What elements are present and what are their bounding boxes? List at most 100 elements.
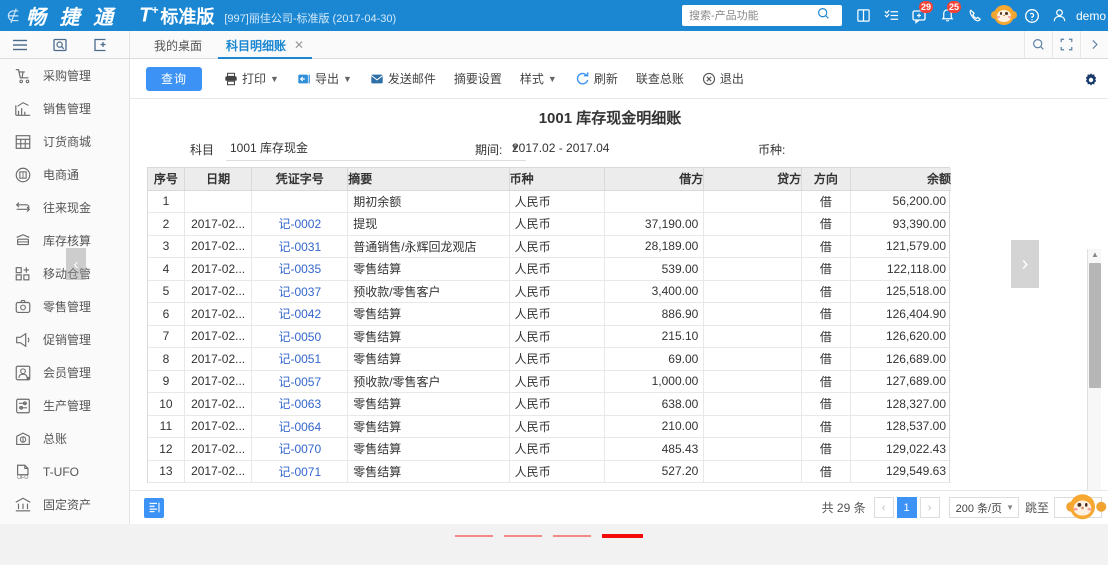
- voucher-link[interactable]: 记-0070: [278, 442, 321, 456]
- style-button[interactable]: 样式 ▼: [520, 67, 557, 91]
- task-list-icon[interactable]: [878, 0, 906, 31]
- tab-subject-detail-ledger[interactable]: 科目明细账 ✕: [214, 31, 316, 59]
- next-page-nav-button[interactable]: ›: [1011, 240, 1039, 288]
- voucher-link[interactable]: 记-0002: [278, 217, 321, 231]
- sidebar-item-promotion[interactable]: 促销管理: [0, 323, 129, 356]
- cell-voucher[interactable]: 记-0063: [251, 392, 349, 416]
- bell-icon[interactable]: 25: [934, 0, 962, 31]
- table-row[interactable]: 3 2017-02... 记-0031 普通销售/永辉回龙观店 人民币 28,189.00…: [148, 235, 951, 258]
- phone-icon[interactable]: [962, 0, 990, 31]
- sidebar-item-mobile-warehouse[interactable]: 移动仓管: [0, 257, 129, 290]
- close-icon[interactable]: ✕: [294, 38, 304, 52]
- voucher-link[interactable]: 记-0071: [278, 465, 321, 479]
- tab-my-desktop[interactable]: 我的桌面: [142, 31, 214, 59]
- cell-voucher[interactable]: 记-0064: [251, 415, 349, 438]
- table-row[interactable]: 11 2017-02... 记-0064 零售结算 人民币 210.00 借 128,537.…: [148, 415, 951, 438]
- voucher-link[interactable]: 记-0031: [278, 240, 321, 254]
- table-row[interactable]: 6 2017-02... 记-0042 零售结算 人民币 886.90 借 126,404.9…: [148, 302, 951, 326]
- table-row[interactable]: 12 2017-02... 记-0070 零售结算 人民币 485.43 借 129,022.…: [148, 437, 951, 461]
- cell-voucher[interactable]: 记-0042: [251, 302, 349, 326]
- chevron-right-icon[interactable]: [1080, 31, 1108, 58]
- print-button[interactable]: 打印 ▼: [224, 67, 279, 91]
- scrollbar-thumb[interactable]: [1089, 263, 1101, 388]
- sidebar-item-inventory-accounting[interactable]: 库存核算: [0, 224, 129, 257]
- sidebar-item-cash-flow[interactable]: 往来现金: [0, 191, 129, 224]
- query-button[interactable]: 查询: [146, 66, 202, 91]
- exit-button[interactable]: 退出: [702, 67, 744, 91]
- table-row[interactable]: 8 2017-02... 记-0051 零售结算 人民币 69.00 借 126,689.00: [148, 347, 951, 371]
- voucher-link[interactable]: 记-0037: [278, 285, 321, 299]
- column-header-balance[interactable]: 余额: [850, 168, 951, 191]
- sidebar-item-general-ledger[interactable]: 总账: [0, 422, 129, 455]
- search-doc-icon[interactable]: [40, 31, 80, 58]
- sidebar-item-order-mall[interactable]: 订货商城: [0, 125, 129, 158]
- voucher-link[interactable]: 记-0051: [278, 352, 321, 366]
- table-row[interactable]: 1 期初余额 人民币 借 56,200.00: [148, 190, 951, 213]
- monkey-mascot-icon[interactable]: [1066, 493, 1107, 523]
- search-input[interactable]: [688, 9, 817, 22]
- back-arrow-icon[interactable]: ∉: [4, 7, 22, 25]
- search-icon[interactable]: [817, 7, 830, 25]
- voucher-link[interactable]: 记-0064: [278, 420, 321, 434]
- scroll-up-icon[interactable]: ▲: [1088, 249, 1102, 261]
- digest-settings-button[interactable]: 摘要设置: [454, 67, 502, 91]
- sidebar-item-ecommerce[interactable]: 电商通: [0, 158, 129, 191]
- column-header-credit[interactable]: 贷方: [703, 168, 803, 191]
- voucher-link[interactable]: 记-0057: [278, 375, 321, 389]
- voucher-link[interactable]: 记-0035: [278, 262, 321, 276]
- message-icon[interactable]: 29: [906, 0, 934, 31]
- sidebar-item-sales[interactable]: 销售管理: [0, 92, 129, 125]
- export-button[interactable]: 导出 ▼: [297, 67, 352, 91]
- sidebar-item-fixed-assets[interactable]: 固定资产: [0, 488, 129, 521]
- table-row[interactable]: 9 2017-02... 记-0057 预收款/零售客户 人民币 1,000.00 借 127…: [148, 370, 951, 393]
- cell-voucher[interactable]: 记-0037: [251, 280, 349, 303]
- cell-voucher[interactable]: 记-0070: [251, 437, 349, 461]
- username-label[interactable]: demo: [1074, 9, 1108, 23]
- cell-voucher[interactable]: 记-0002: [251, 212, 349, 236]
- product-search-box[interactable]: [681, 5, 842, 26]
- cell-voucher[interactable]: 记-0031: [251, 235, 349, 258]
- sidebar-item-t-ufo[interactable]: UFO T-UFO: [0, 455, 129, 488]
- column-header-voucher[interactable]: 凭证字号: [251, 168, 349, 191]
- voucher-link[interactable]: 记-0050: [278, 330, 321, 344]
- cell-voucher[interactable]: 记-0035: [251, 257, 349, 281]
- link-general-ledger-button[interactable]: 联查总账: [636, 67, 684, 91]
- table-row[interactable]: 4 2017-02... 记-0035 零售结算 人民币 539.00 借 122,118.0…: [148, 257, 951, 281]
- sidebar-collapse-button[interactable]: ‹: [66, 248, 86, 280]
- column-header-digest[interactable]: 摘要: [347, 168, 510, 191]
- cell-voucher[interactable]: 记-0050: [251, 325, 349, 348]
- help-icon[interactable]: [1018, 0, 1046, 31]
- column-header-date[interactable]: 日期: [184, 168, 253, 191]
- cell-voucher[interactable]: 记-0057: [251, 370, 349, 393]
- refresh-button[interactable]: 刷新: [575, 67, 618, 91]
- cell-voucher[interactable]: 记-0071: [251, 460, 349, 483]
- add-doc-icon[interactable]: [80, 31, 120, 58]
- list-view-icon[interactable]: [144, 497, 164, 518]
- page-size-select[interactable]: 200 条/页 ▼: [948, 497, 1019, 518]
- send-mail-button[interactable]: 发送邮件: [370, 67, 436, 91]
- sidebar-item-member[interactable]: 会员管理: [0, 356, 129, 389]
- monkey-mascot-icon[interactable]: [990, 0, 1018, 31]
- voucher-link[interactable]: 记-0063: [278, 397, 321, 411]
- table-row[interactable]: 10 2017-02... 记-0063 零售结算 人民币 638.00 借 128,327.…: [148, 392, 951, 416]
- menu-icon[interactable]: [0, 31, 40, 58]
- column-header-currency[interactable]: 币种: [509, 168, 606, 191]
- table-row[interactable]: 13 2017-02... 记-0071 零售结算 人民币 527.20 借 129,549.…: [148, 460, 951, 483]
- sidebar-item-production[interactable]: 生产管理: [0, 389, 129, 422]
- prev-page-button[interactable]: ‹: [873, 497, 894, 518]
- save-icon[interactable]: [850, 0, 878, 31]
- page-number-button[interactable]: 1: [896, 497, 917, 518]
- sidebar-item-retail[interactable]: 零售管理: [0, 290, 129, 323]
- cell-voucher[interactable]: 记-0051: [251, 347, 349, 371]
- user-icon[interactable]: [1046, 0, 1074, 31]
- sidebar-item-purchase[interactable]: 采购管理: [0, 59, 129, 92]
- next-page-button[interactable]: ›: [919, 497, 940, 518]
- column-header-seq[interactable]: 序号: [148, 168, 185, 191]
- column-header-debit[interactable]: 借方: [604, 168, 705, 191]
- column-header-direction[interactable]: 方向: [801, 168, 851, 191]
- fullscreen-icon[interactable]: [1052, 31, 1080, 58]
- table-row[interactable]: 2 2017-02... 记-0002 提现 人民币 37,190.00 借 93,390.0…: [148, 212, 951, 236]
- search-icon[interactable]: [1024, 31, 1052, 58]
- voucher-link[interactable]: 记-0042: [278, 307, 321, 321]
- table-row[interactable]: 5 2017-02... 记-0037 预收款/零售客户 人民币 3,400.00 借 125…: [148, 280, 951, 303]
